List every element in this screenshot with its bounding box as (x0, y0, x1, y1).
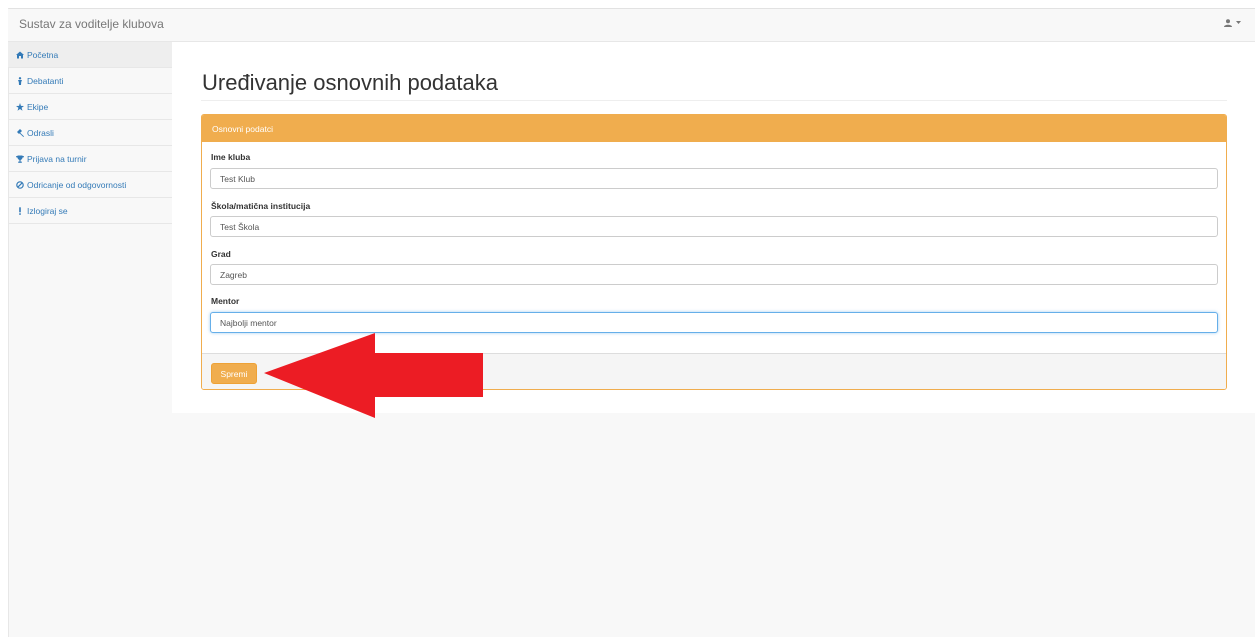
star-icon (15, 102, 24, 111)
save-button[interactable]: Spremi (211, 363, 257, 384)
panel-heading: Osnovni podatci (202, 115, 1226, 142)
sidebar-item-label: Odricanje od odgovornosti (27, 179, 127, 190)
sidebar-item-odrasli[interactable]: Odrasli (8, 120, 172, 146)
user-icon (1224, 19, 1232, 27)
sidebar-item-label: Odrasli (27, 127, 54, 138)
brand-title[interactable]: Sustav za voditelje klubova (19, 17, 164, 31)
sidebar-item-label: Ekipe (27, 101, 49, 112)
club-name-label: Ime kluba (211, 152, 251, 162)
sidebar-item-label: Početna (27, 49, 59, 60)
trophy-icon (15, 155, 24, 163)
sidebar-item-odricanje[interactable]: Odricanje od odgovornosti (8, 172, 172, 198)
user-menu[interactable] (1224, 19, 1241, 27)
title-divider (201, 100, 1227, 101)
home-icon (15, 51, 24, 59)
gavel-icon (15, 128, 24, 137)
sidebar-item-prijava-na-turnir[interactable]: Prijava na turnir (8, 146, 172, 172)
top-navbar: Sustav za voditelje klubova (8, 9, 1255, 42)
school-input[interactable]: Test Škola (210, 216, 1218, 237)
sidebar-item-pocetna[interactable]: Početna (8, 42, 172, 68)
ban-icon (15, 180, 24, 189)
sidebar: Početna Debatanti Ekipe Odrasli Prijava … (8, 42, 172, 224)
club-name-input[interactable]: Test Klub (210, 168, 1218, 189)
sidebar-item-label: Prijava na turnir (27, 153, 87, 164)
page-title: Uređivanje osnovnih podataka (202, 70, 498, 95)
sidebar-item-label: Debatanti (27, 75, 64, 86)
sidebar-item-ekipe[interactable]: Ekipe (8, 94, 172, 120)
sidebar-item-debatanti[interactable]: Debatanti (8, 68, 172, 94)
red-arrow-annotation (264, 333, 483, 418)
exclamation-icon (15, 206, 24, 215)
city-label: Grad (211, 249, 231, 259)
person-icon (15, 76, 24, 85)
mentor-label: Mentor (211, 296, 240, 306)
caret-down-icon (1236, 21, 1241, 24)
sidebar-item-izlogiraj-se[interactable]: Izlogiraj se (8, 198, 172, 224)
sidebar-item-label: Izlogiraj se (27, 205, 68, 216)
school-label: Škola/matična institucija (211, 201, 311, 211)
city-input[interactable]: Zagreb (210, 264, 1218, 285)
mentor-input[interactable]: Najbolji mentor (210, 312, 1218, 333)
